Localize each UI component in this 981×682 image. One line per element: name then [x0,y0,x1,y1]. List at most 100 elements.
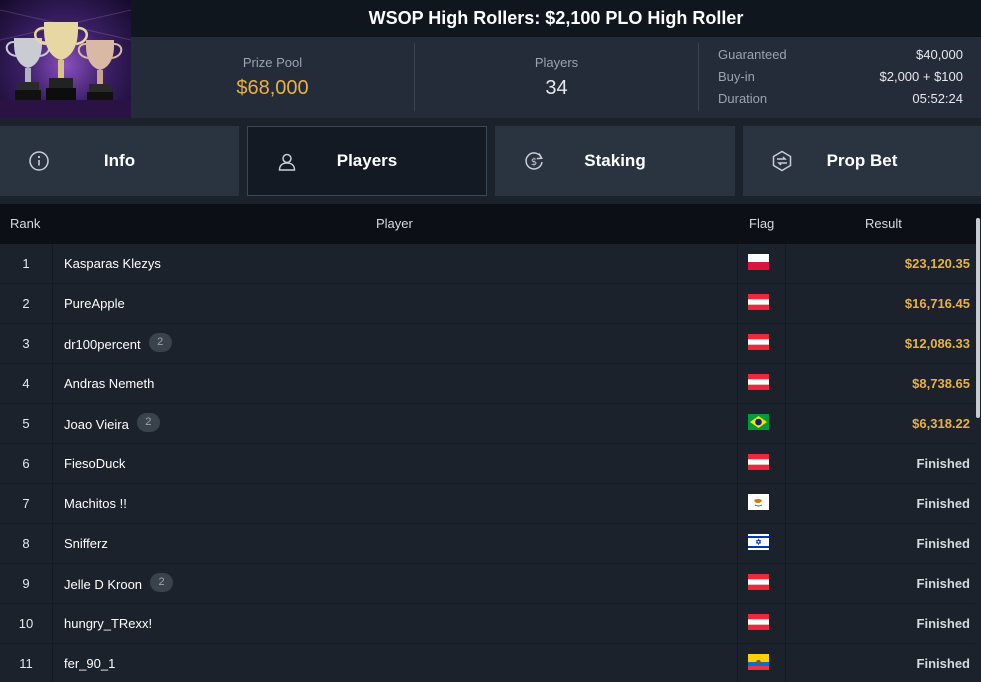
scrollbar-thumb[interactable] [976,218,980,418]
header-player[interactable]: Player [376,216,413,231]
player-result: $6,318.22 [912,416,970,431]
player-name-cell: Jelle D Kroon 2 [64,573,174,592]
tournament-details: Guaranteed $40,000 Buy-in $2,000 + $100 … [718,47,963,113]
divider [737,524,738,564]
tab-info[interactable]: Info [0,126,239,196]
player-name[interactable]: Machitos !! [64,496,127,511]
country-flag-icon [748,614,769,630]
country-flag-icon [748,254,769,270]
table-row[interactable]: 11 fer_90_1 Finished [0,644,975,682]
player-result: $16,716.45 [904,296,970,311]
prize-pool-value: $68,000 [236,77,309,99]
country-flag-icon [748,574,769,590]
table-row[interactable]: 6 FiesoDuck Finished [0,444,975,484]
table-row[interactable]: 4 Andras Nemeth $8,738.65 [0,364,975,404]
player-rank: 11 [19,656,33,671]
table-row[interactable]: 8 Snifferz Finished [0,524,975,564]
divider [52,564,53,604]
country-flag-icon [748,654,769,670]
players-value: 34 [545,77,568,99]
player-result: Finished [916,456,970,471]
player-name-cell: FiesoDuck [64,456,125,471]
player-name[interactable]: Snifferz [64,536,108,551]
players-stat: Players 34 [415,37,698,118]
divider [785,364,786,404]
entries-badge: 2 [150,573,174,592]
player-name-cell: dr100percent 2 [64,333,172,352]
divider [737,644,738,682]
country-flag-icon [748,294,769,310]
divider [785,324,786,364]
propbet-icon [772,150,792,172]
trophies-image [0,0,131,118]
player-rank: 4 [22,376,30,391]
divider [785,244,786,284]
player-name-cell: Joao Vieira 2 [64,413,160,432]
svg-text:$: $ [531,157,537,168]
divider [737,284,738,324]
divider [52,404,53,444]
table-row[interactable]: 10 hungry_TRexx! Finished [0,604,975,644]
divider [52,444,53,484]
player-name[interactable]: fer_90_1 [64,656,115,671]
divider [737,484,738,524]
prize-pool-stat: Prize Pool $68,000 [131,37,414,118]
player-name[interactable]: hungry_TRexx! [64,616,152,631]
divider [52,644,53,682]
player-name[interactable]: FiesoDuck [64,456,125,471]
header-flag[interactable]: Flag [749,216,774,231]
player-rank: 6 [22,456,30,471]
player-name[interactable]: Jelle D Kroon [64,577,142,592]
player-name-cell: PureApple [64,296,125,311]
tournament-title: WSOP High Rollers: $2,100 PLO High Rolle… [131,0,981,37]
entries-badge: 2 [136,413,160,432]
divider [737,444,738,484]
tab-prop-bet[interactable]: Prop Bet [743,126,981,196]
player-name-cell: Andras Nemeth [64,376,154,391]
player-name[interactable]: PureApple [64,296,125,311]
country-flag-icon [748,494,769,510]
table-row[interactable]: 1 Kasparas Klezys $23,120.35 [0,244,975,284]
player-result: Finished [916,576,970,591]
player-rank: 1 [22,256,30,271]
player-result: $12,086.33 [904,336,970,351]
table-row[interactable]: 2 PureApple $16,716.45 [0,284,975,324]
tab-staking[interactable]: $ Staking [495,126,735,196]
divider [785,284,786,324]
divider [737,604,738,644]
player-name[interactable]: Joao Vieira [64,417,129,432]
divider [52,284,53,324]
player-name-cell: fer_90_1 [64,656,115,671]
header-rank[interactable]: Rank [10,216,40,231]
table-row[interactable]: 3 dr100percent 2 $12,086.33 [0,324,975,364]
player-rank: 3 [22,336,30,351]
guaranteed-label: Guaranteed [718,47,787,62]
player-name[interactable]: dr100percent [64,337,141,352]
buyin-label: Buy-in [718,69,755,84]
tab-bar: Info Players $ Staking Prop Bet [0,118,981,204]
tab-players[interactable]: Players [247,126,487,196]
player-result: Finished [916,616,970,631]
guaranteed-row: Guaranteed $40,000 [718,47,963,69]
table-row[interactable]: 7 Machitos !! Finished [0,484,975,524]
divider [52,524,53,564]
table-row[interactable]: 5 Joao Vieira 2 $6,318.22 [0,404,975,444]
table-row[interactable]: 9 Jelle D Kroon 2 Finished [0,564,975,604]
divider [737,364,738,404]
player-name[interactable]: Andras Nemeth [64,376,154,391]
player-result: Finished [916,496,970,511]
player-name-cell: Snifferz [64,536,108,551]
divider [52,484,53,524]
player-result: Finished [916,536,970,551]
header-result[interactable]: Result [865,216,902,231]
player-result: $8,738.65 [912,376,970,391]
user-icon [278,153,296,171]
guaranteed-value: $40,000 [916,47,963,62]
divider [785,484,786,524]
tournament-header: WSOP High Rollers: $2,100 PLO High Rolle… [0,0,981,118]
player-name[interactable]: Kasparas Klezys [64,256,161,271]
divider [737,564,738,604]
player-rank: 7 [22,496,30,511]
results-table-header: Rank Player Flag Result [0,204,981,244]
player-rank: 5 [22,416,30,431]
